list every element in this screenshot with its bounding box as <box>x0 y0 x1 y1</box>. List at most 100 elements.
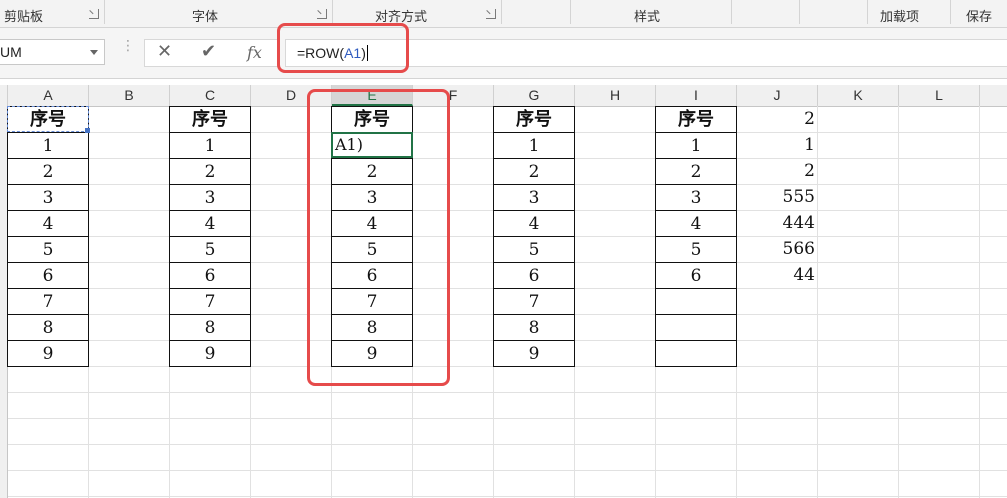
formula-text: =ROW(A1) <box>297 45 368 61</box>
enter-icon[interactable]: ✔ <box>201 41 216 62</box>
cell-g6[interactable]: 5 <box>493 236 575 263</box>
cell-c1[interactable]: 序号 <box>169 106 251 133</box>
cell-j7[interactable]: 44 <box>736 262 818 289</box>
cell-i10[interactable] <box>655 340 737 367</box>
cell-c4[interactable]: 3 <box>169 184 251 211</box>
gridline <box>8 470 1007 471</box>
column-header-a[interactable]: A <box>8 85 89 106</box>
column-header-j[interactable]: J <box>737 85 818 106</box>
cell-j2[interactable]: 1 <box>736 132 818 159</box>
cell-g3[interactable]: 2 <box>493 158 575 185</box>
cancel-icon[interactable]: ✕ <box>157 41 172 62</box>
column-header-l[interactable]: L <box>899 85 980 106</box>
cell-j3[interactable]: 2 <box>736 158 818 185</box>
cell-a1[interactable]: 序号 <box>7 106 89 133</box>
cell-i8[interactable] <box>655 288 737 315</box>
cell-i3[interactable]: 2 <box>655 158 737 185</box>
cell-g10[interactable]: 9 <box>493 340 575 367</box>
cell-g7[interactable]: 6 <box>493 262 575 289</box>
column-header-c[interactable]: C <box>170 85 251 106</box>
cell-a3[interactable]: 2 <box>7 158 89 185</box>
cell-c5[interactable]: 4 <box>169 210 251 237</box>
chevron-down-icon[interactable] <box>90 50 98 55</box>
cell-g5[interactable]: 4 <box>493 210 575 237</box>
cell-c10[interactable]: 9 <box>169 340 251 367</box>
column-header-k[interactable]: K <box>818 85 899 106</box>
cell-i6[interactable]: 5 <box>655 236 737 263</box>
cell-j6[interactable]: 566 <box>736 236 818 263</box>
cell-i1[interactable]: 序号 <box>655 106 737 133</box>
cell-c9[interactable]: 8 <box>169 314 251 341</box>
cell-e3[interactable]: 2 <box>331 158 413 185</box>
group-styles: 样式 <box>634 10 661 25</box>
group-addins: 加载项 <box>880 10 920 25</box>
formula-reference: A1 <box>344 45 362 61</box>
formula-input[interactable]: =ROW(A1) <box>285 39 1007 67</box>
cell-i2[interactable]: 1 <box>655 132 737 159</box>
font-launcher-icon[interactable] <box>317 9 327 19</box>
cell-j1[interactable]: 2 <box>736 106 818 133</box>
column-header-e[interactable]: E <box>332 85 413 106</box>
group-separator <box>501 0 502 24</box>
cell-a4[interactable]: 3 <box>7 184 89 211</box>
cell-e7[interactable]: 6 <box>331 262 413 289</box>
cell-a6[interactable]: 5 <box>7 236 89 263</box>
cell-g4[interactable]: 3 <box>493 184 575 211</box>
cell-a2[interactable]: 1 <box>7 132 89 159</box>
cell-a7[interactable]: 6 <box>7 262 89 289</box>
cell-i4[interactable]: 3 <box>655 184 737 211</box>
gridline <box>979 106 980 498</box>
cell-e5[interactable]: 4 <box>331 210 413 237</box>
group-separator <box>950 0 951 24</box>
active-cell-e2[interactable]: A1) <box>331 132 413 158</box>
cell-g9[interactable]: 8 <box>493 314 575 341</box>
cell-g2[interactable]: 1 <box>493 132 575 159</box>
cell-e10[interactable]: 9 <box>331 340 413 367</box>
formula-tools: ✕ ✔ fx <box>144 39 278 67</box>
grip-icon[interactable]: ⋮ <box>121 39 135 53</box>
cell-c6[interactable]: 5 <box>169 236 251 263</box>
cell-e8[interactable]: 7 <box>331 288 413 315</box>
column-header-f[interactable]: F <box>413 85 494 106</box>
cell-a8[interactable]: 7 <box>7 288 89 315</box>
cell-g1[interactable]: 序号 <box>493 106 575 133</box>
group-separator <box>332 0 333 24</box>
column-header-g[interactable]: G <box>494 85 575 106</box>
text-caret <box>366 45 368 61</box>
cell-i7[interactable]: 6 <box>655 262 737 289</box>
cell-j4[interactable]: 555 <box>736 184 818 211</box>
cell-grid[interactable]: 序号 1 2 3 4 5 6 7 8 9 序号 1 2 3 4 5 6 7 8 9 序号 2 3 4 5 6 7 8 9 序号 1 2 3 4 5 6… <box>0 106 1007 498</box>
column-header-i[interactable]: I <box>656 85 737 106</box>
select-all-corner[interactable] <box>0 85 8 106</box>
gridline <box>8 392 1007 393</box>
clipboard-launcher-icon[interactable] <box>89 9 99 19</box>
gridline <box>898 106 899 498</box>
column-header-d[interactable]: D <box>251 85 332 106</box>
name-box[interactable]: UM <box>0 39 105 65</box>
cell-i5[interactable]: 4 <box>655 210 737 237</box>
ribbon-group-bar: 剪贴板 字体 对齐方式 样式 加载项 保存 <box>0 0 1007 28</box>
fill-handle[interactable] <box>85 128 90 133</box>
cell-e6[interactable]: 5 <box>331 236 413 263</box>
alignment-launcher-icon[interactable] <box>486 9 496 19</box>
cell-c8[interactable]: 7 <box>169 288 251 315</box>
cell-a5[interactable]: 4 <box>7 210 89 237</box>
gridline <box>8 444 1007 445</box>
insert-function-icon[interactable]: fx <box>247 43 262 62</box>
cell-c2[interactable]: 1 <box>169 132 251 159</box>
column-header-b[interactable]: B <box>89 85 170 106</box>
cell-a10[interactable]: 9 <box>7 340 89 367</box>
cell-j5[interactable]: 444 <box>736 210 818 237</box>
cell-c3[interactable]: 2 <box>169 158 251 185</box>
column-header-h[interactable]: H <box>575 85 656 106</box>
cell-g8[interactable]: 7 <box>493 288 575 315</box>
group-separator <box>104 0 105 24</box>
cell-e1[interactable]: 序号 <box>331 106 413 133</box>
cell-i9[interactable] <box>655 314 737 341</box>
cell-c7[interactable]: 6 <box>169 262 251 289</box>
cell-e4[interactable]: 3 <box>331 184 413 211</box>
group-separator <box>867 0 868 24</box>
cell-a9[interactable]: 8 <box>7 314 89 341</box>
group-separator <box>799 0 800 24</box>
cell-e9[interactable]: 8 <box>331 314 413 341</box>
